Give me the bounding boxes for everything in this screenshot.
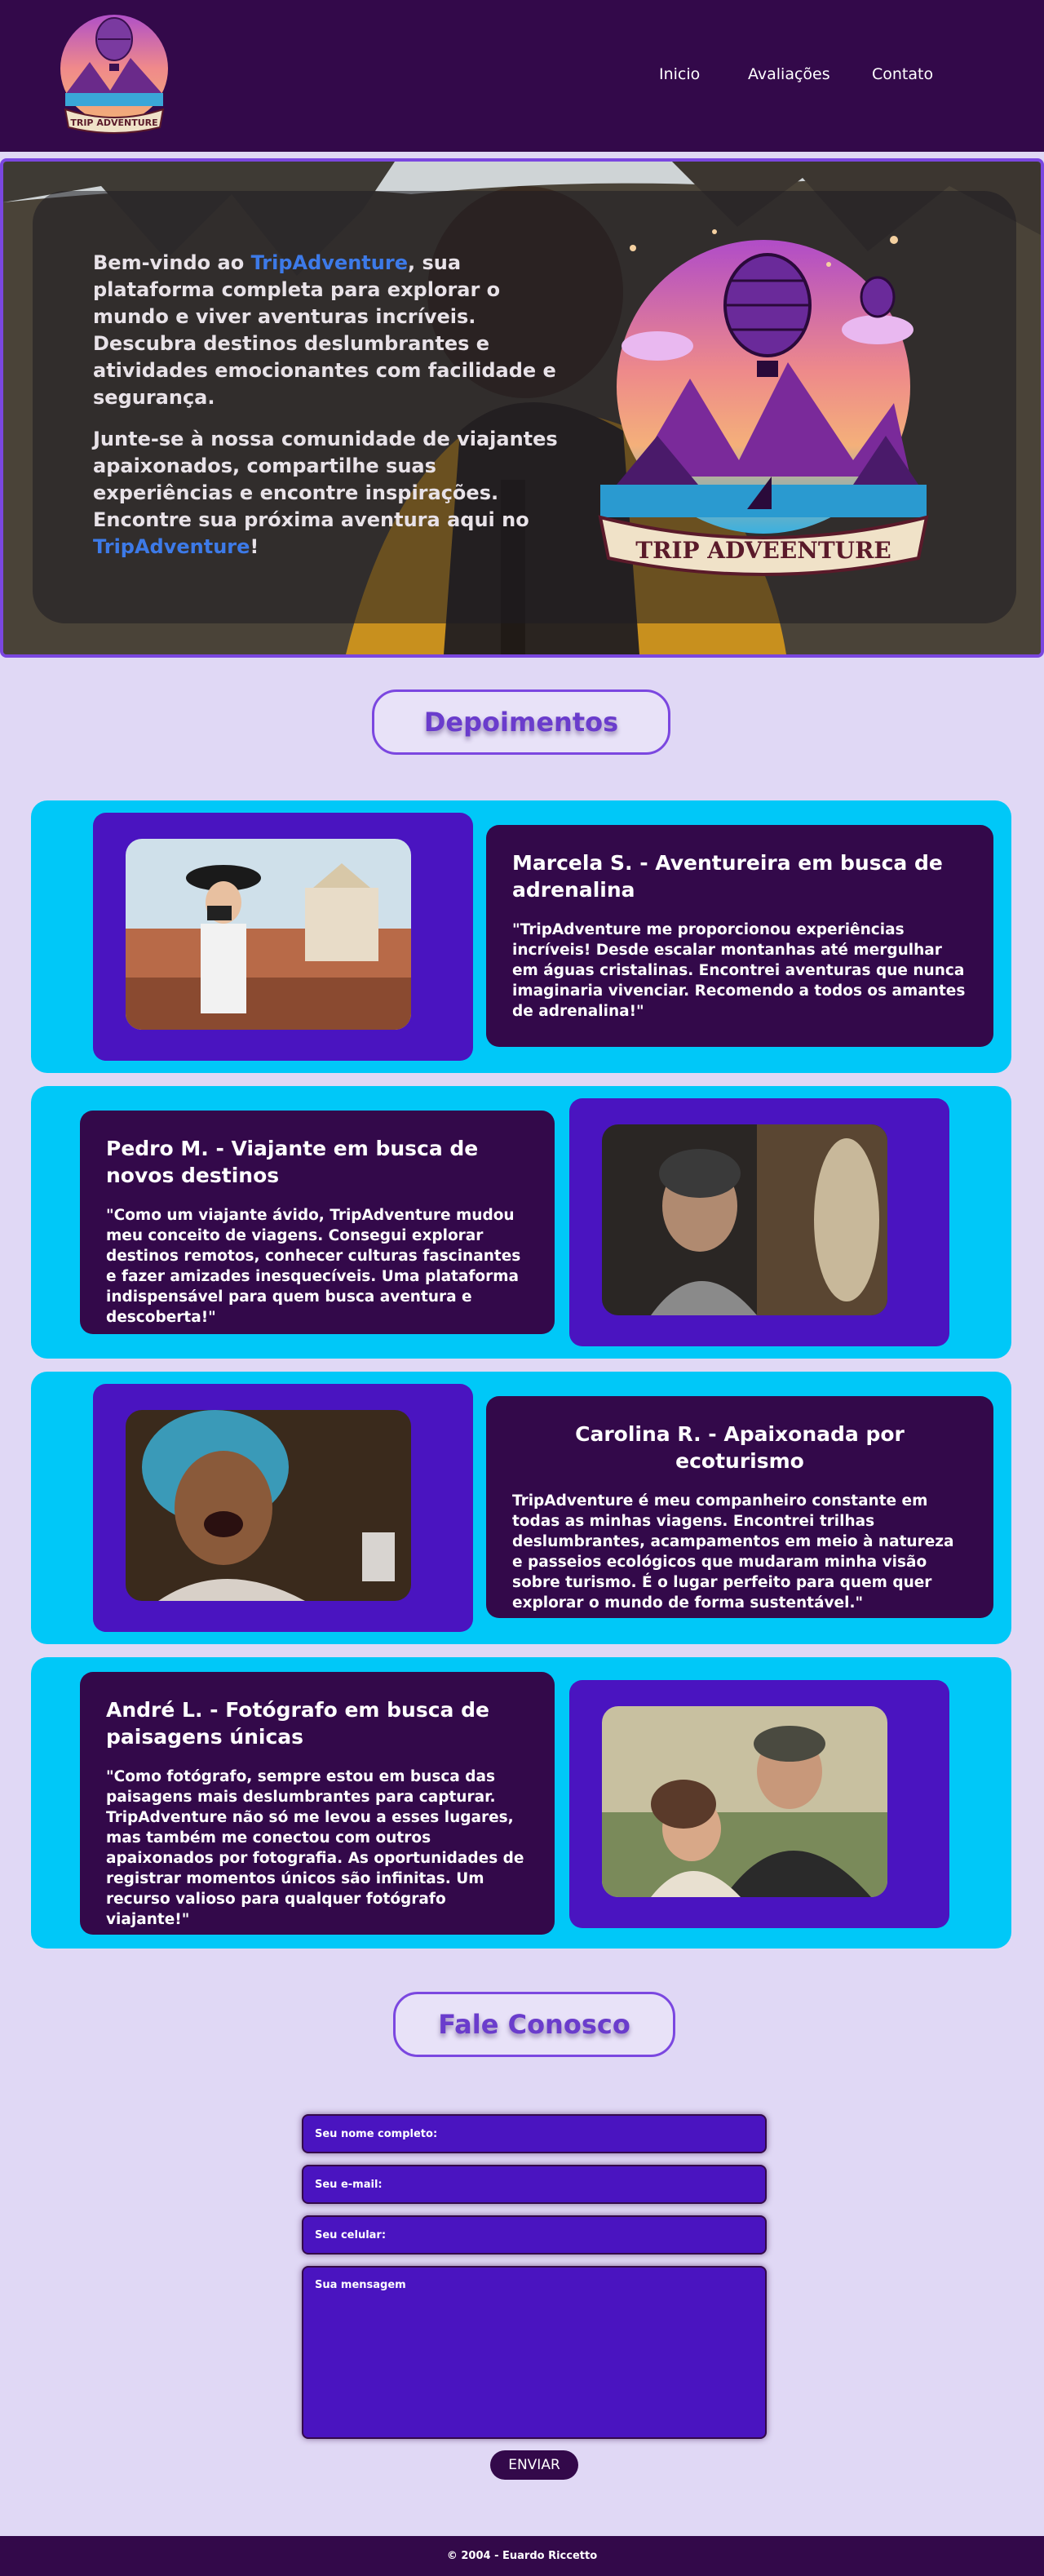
testimonial-quote: "Como fotógrafo, sempre estou em busca d… xyxy=(106,1768,524,1928)
testimonial-photo-carolina xyxy=(126,1410,411,1601)
nav-avaliacoes-link[interactable]: Avaliações xyxy=(748,65,830,83)
testimonial-card: André L. - Fotógrafo em busca de paisage… xyxy=(80,1672,555,1935)
site-footer: © 2004 - Euardo Riccetto xyxy=(0,2536,1044,2576)
testimonial-photo-andre xyxy=(602,1706,887,1897)
hero-balloon-illustration: TRIP ADVEENTURE xyxy=(598,229,929,576)
testimonial-author: André L. - Fotógrafo em busca de paisage… xyxy=(106,1698,489,1749)
testimonial-photo-pedro xyxy=(602,1124,887,1315)
testimonial-quote: TripAdventure é meu companheiro constant… xyxy=(512,1492,954,1612)
testimonial-card: Pedro M. - Viajante em busca de novos de… xyxy=(80,1111,555,1334)
testimonial-author: Pedro M. - Viajante em busca de novos de… xyxy=(106,1137,479,1187)
testimonial-band: Pedro M. - Viajante em busca de novos de… xyxy=(31,1086,1011,1359)
trip-adventure-logo[interactable]: TRIP ADVENTURE xyxy=(49,5,179,144)
testimonial-band: André L. - Fotógrafo em busca de paisage… xyxy=(31,1657,1011,1949)
testimonial-photo-marcela xyxy=(126,839,411,1030)
testimonial-card: Marcela S. - Aventureira em busca de adr… xyxy=(486,825,993,1047)
name-field[interactable] xyxy=(302,2114,767,2153)
phone-field[interactable] xyxy=(302,2215,767,2255)
testimonial-quote: "Como um viajante ávido, TripAdventure m… xyxy=(106,1207,521,1326)
hero-art-banner-text: TRIP ADVEENTURE xyxy=(635,537,891,564)
logo-text: TRIP ADVENTURE xyxy=(70,117,157,128)
testimonial-quote: "TripAdventure me proporcionou experiênc… xyxy=(512,921,966,1020)
testimonial-photo-frame xyxy=(93,1384,473,1632)
testimonial-photo-frame xyxy=(569,1098,949,1346)
email-field[interactable] xyxy=(302,2165,767,2204)
site-header: TRIP ADVENTURE Inicio Avaliações Contato xyxy=(0,0,1044,152)
brand-name: TripAdventure xyxy=(93,535,250,558)
brand-name: TripAdventure xyxy=(250,251,408,274)
testimonial-photo-frame xyxy=(569,1680,949,1928)
hero-section: Bem-vindo ao TripAdventure, sua platafor… xyxy=(0,158,1044,658)
testimonial-author: Carolina R. - Apaixonada por ecoturismo xyxy=(575,1422,905,1473)
hero-intro-paragraph: Bem-vindo ao TripAdventure, sua platafor… xyxy=(93,251,556,409)
send-button[interactable]: ENVIAR xyxy=(490,2450,578,2480)
nav-inicio-link[interactable]: Inicio xyxy=(659,65,700,83)
contact-title: Fale Conosco xyxy=(393,1992,675,2057)
testimonial-author: Marcela S. - Aventureira em busca de adr… xyxy=(512,851,943,902)
testimonial-band: Marcela S. - Aventureira em busca de adr… xyxy=(31,800,1011,1073)
message-field[interactable] xyxy=(302,2266,767,2439)
nav-contato-link[interactable]: Contato xyxy=(872,65,933,83)
testimonial-card: Carolina R. - Apaixonada por ecoturismo … xyxy=(486,1396,993,1618)
testimonial-band: Carolina R. - Apaixonada por ecoturismo … xyxy=(31,1372,1011,1644)
hero-community-paragraph: Junte-se à nossa comunidade de viajantes… xyxy=(93,428,558,558)
testimonial-photo-frame xyxy=(93,813,473,1061)
testimonials-title: Depoimentos xyxy=(372,689,670,755)
